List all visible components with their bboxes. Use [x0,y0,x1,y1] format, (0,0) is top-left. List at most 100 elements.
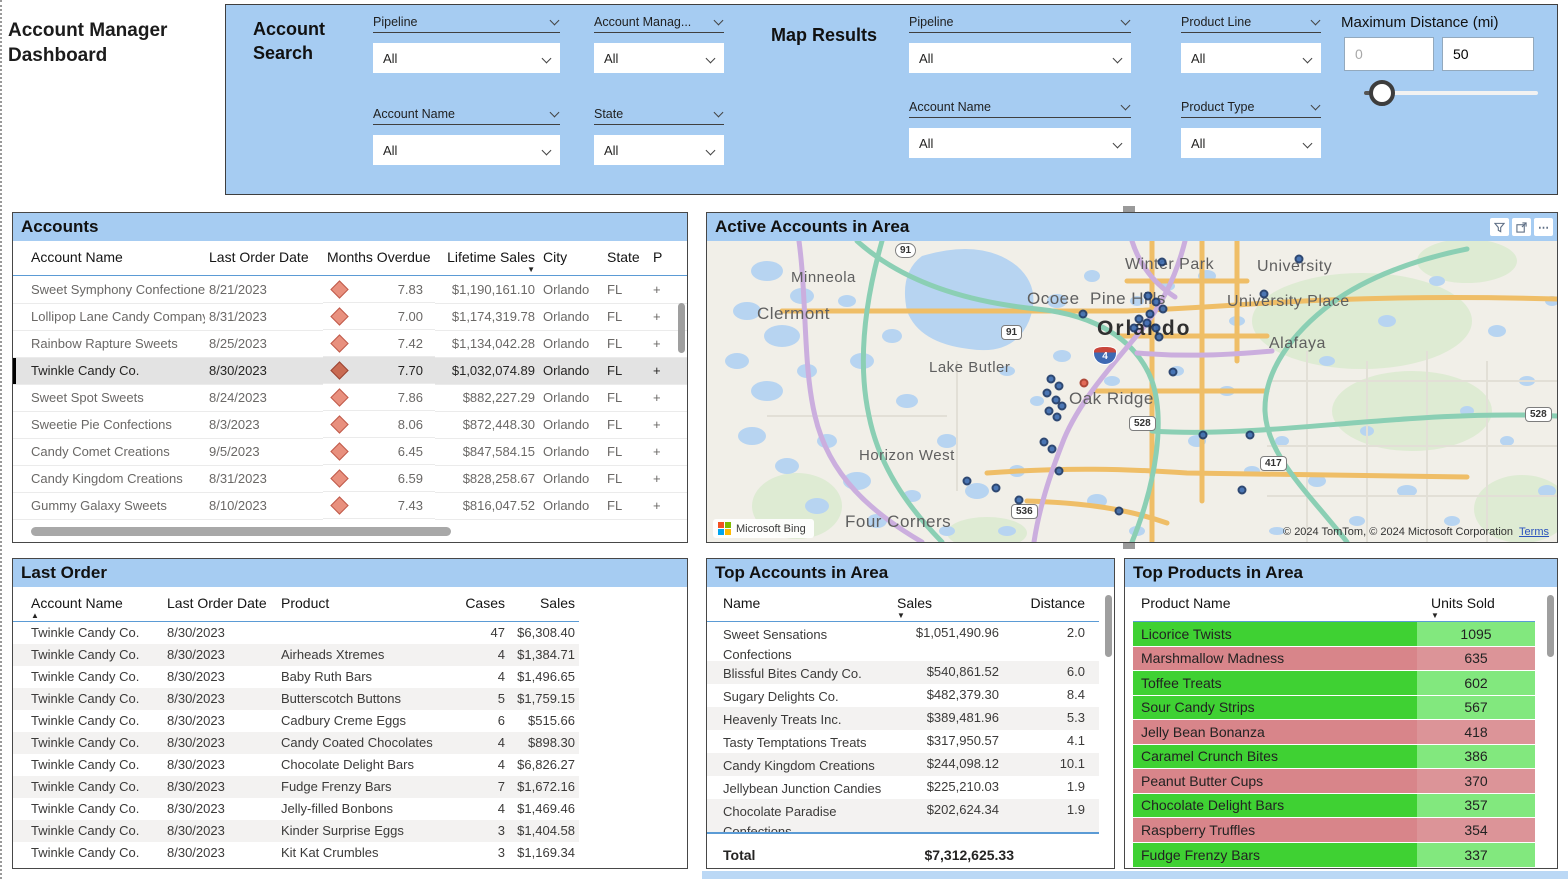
account-location-marker[interactable] [1053,413,1062,422]
terms-link[interactable]: Terms [1519,526,1549,538]
table-row[interactable]: Marshmallow Madness635 [1133,646,1535,671]
column-header[interactable]: Sales▼ [893,587,1009,622]
table-row[interactable]: Twinkle Candy Co.8/30/2023Airheads Xtrem… [13,644,579,666]
slicer-header[interactable]: Product Line [1181,13,1321,33]
account-location-marker[interactable] [963,477,972,486]
table-row[interactable]: Candy Kingdom Creations$244,098.1210.1 [707,753,1099,776]
table-row[interactable]: Toffee Treats602 [1133,671,1535,696]
account-location-marker[interactable] [1158,258,1167,267]
slicer-header[interactable]: Pipeline [373,13,560,33]
account-location-marker[interactable] [1043,389,1052,398]
column-header[interactable]: Account Name [13,241,205,276]
slicer-header[interactable]: Account Name [909,98,1131,118]
slicer-header[interactable]: Product Type [1181,98,1321,118]
map-canvas[interactable]: © 2024 TomTom, © 2024 Microsoft Corporat… [707,241,1557,542]
account-location-marker[interactable] [1080,379,1089,388]
account-location-marker[interactable] [1055,382,1064,391]
table-row[interactable]: Twinkle Candy Co.8/30/2023Fudge Frenzy B… [13,776,579,798]
column-header[interactable]: Lifetime Sales▼ [435,241,539,276]
table-row[interactable]: Twinkle Candy Co.8/30/2023Baby Ruth Bars… [13,666,579,688]
filter-icon[interactable] [1490,218,1509,236]
table-row[interactable]: Licorice Twists1095 [1133,622,1535,647]
table-row[interactable]: Twinkle Candy Co.8/30/20237.70$1,032,074… [13,357,687,384]
account-location-marker[interactable] [1040,438,1049,447]
table-row[interactable]: Twinkle Candy Co.8/30/2023Cadbury Creme … [13,710,579,732]
column-header[interactable]: Name [707,587,893,622]
table-row[interactable]: Twinkle Candy Co.8/30/202347$6,308.40 [13,622,579,644]
slicer-dropdown[interactable]: All [909,43,1131,73]
table-row[interactable]: Jellybean Junction Candies$225,210.031.9 [707,776,1099,799]
table-row[interactable]: Sweetie Pie Confections8/3/20238.06$872,… [13,411,687,438]
account-location-marker[interactable] [1199,431,1208,440]
table-row[interactable]: Rainbow Rapture Sweets8/25/20237.42$1,13… [13,330,687,357]
table-row[interactable]: Chocolate Delight Bars357 [1133,793,1535,818]
column-header[interactable]: P [649,241,687,276]
column-header[interactable]: Units Sold▼ [1417,587,1535,622]
table-row[interactable]: Sugary Delights Co.$482,379.308.4 [707,684,1099,707]
account-location-marker[interactable] [1055,467,1064,476]
account-location-marker[interactable] [1295,255,1304,264]
slicer-header[interactable]: State [594,105,724,125]
table-row[interactable]: Jelly Bean Bonanza418 [1133,720,1535,745]
table-row[interactable]: Lollipop Lane Candy Company8/31/20237.00… [13,303,687,330]
account-location-marker[interactable] [1260,290,1269,299]
column-header[interactable]: Last Order Date [163,587,277,622]
column-header[interactable]: State [603,241,649,276]
account-location-marker[interactable] [1047,375,1056,384]
top-products-scrollbar[interactable] [1547,595,1554,657]
table-row[interactable]: Chocolate Paradise Confections$202,624.3… [707,799,1099,833]
account-location-marker[interactable] [1115,507,1124,516]
table-row[interactable]: Candy Kingdom Creations8/31/20236.59$828… [13,465,687,492]
slicer-dropdown[interactable]: All [1181,43,1321,73]
column-header[interactable]: Product Name [1133,587,1417,622]
table-row[interactable]: Candy Comet Creations9/5/20236.45$847,58… [13,438,687,465]
column-header[interactable]: City [539,241,603,276]
visual-resize-handle[interactable] [1123,543,1135,549]
account-location-marker[interactable] [1130,324,1139,333]
account-location-marker[interactable] [1169,368,1178,377]
column-header[interactable]: Product [277,587,459,622]
table-row[interactable]: Sour Candy Strips567 [1133,695,1535,720]
slicer-dropdown[interactable]: All [594,135,724,165]
account-location-marker[interactable] [1238,486,1247,495]
table-row[interactable]: Blissful Bites Candy Co.$540,861.526.0 [707,661,1099,684]
account-location-marker[interactable] [992,484,1001,493]
max-distance-input[interactable] [1442,37,1534,71]
column-header[interactable]: Distance [1009,587,1099,622]
account-location-marker[interactable] [1246,431,1255,440]
account-location-marker[interactable] [1048,445,1057,454]
column-header[interactable]: Months Overdue [323,241,435,276]
column-header[interactable]: Cases [459,587,509,622]
account-location-marker[interactable] [1146,310,1155,319]
slicer-header[interactable]: Pipeline [909,13,1131,33]
slicer-dropdown[interactable]: All [594,43,724,73]
table-row[interactable]: Twinkle Candy Co.8/30/2023Kinder Surpris… [13,820,579,842]
table-row[interactable]: Twinkle Candy Co.8/30/2023Kit Kat Crumbl… [13,842,579,864]
slicer-header[interactable]: Account Name [373,105,560,125]
table-row[interactable]: Peanut Butter Cups370 [1133,769,1535,794]
slicer-dropdown[interactable]: All [373,43,560,73]
slicer-dropdown[interactable]: All [1181,128,1321,158]
table-row[interactable]: Twinkle Candy Co.8/30/2023Jelly-filled B… [13,798,579,820]
account-location-marker[interactable] [1015,496,1024,505]
account-location-marker[interactable] [1155,333,1164,342]
visual-resize-handle[interactable] [1123,206,1135,212]
account-location-marker[interactable] [1058,402,1067,411]
accounts-horizontal-scrollbar[interactable] [31,527,451,536]
account-location-marker[interactable] [1152,324,1161,333]
column-header[interactable]: Last Order Date [205,241,323,276]
table-row[interactable]: Gummy Galaxy Sweets8/10/20237.43$816,047… [13,492,687,519]
slicer-dropdown[interactable]: All [373,135,560,165]
accounts-vertical-scrollbar[interactable] [678,303,685,353]
min-distance-input[interactable] [1344,37,1434,71]
table-row[interactable]: Heavenly Treats Inc.$389,481.965.3 [707,707,1099,730]
table-row[interactable]: Caramel Crunch Bites386 [1133,744,1535,769]
table-row[interactable]: Sweet Sensations Confections$1,051,490.9… [707,622,1099,662]
table-row[interactable]: Raspberry Truffles354 [1133,818,1535,843]
column-header[interactable]: Sales [509,587,579,622]
focus-mode-icon[interactable] [1512,218,1531,236]
account-location-marker[interactable] [1159,305,1168,314]
table-row[interactable]: Twinkle Candy Co.8/30/2023Chocolate Deli… [13,754,579,776]
account-location-marker[interactable] [1143,319,1152,328]
column-header[interactable]: Account Name▲ [13,587,163,622]
